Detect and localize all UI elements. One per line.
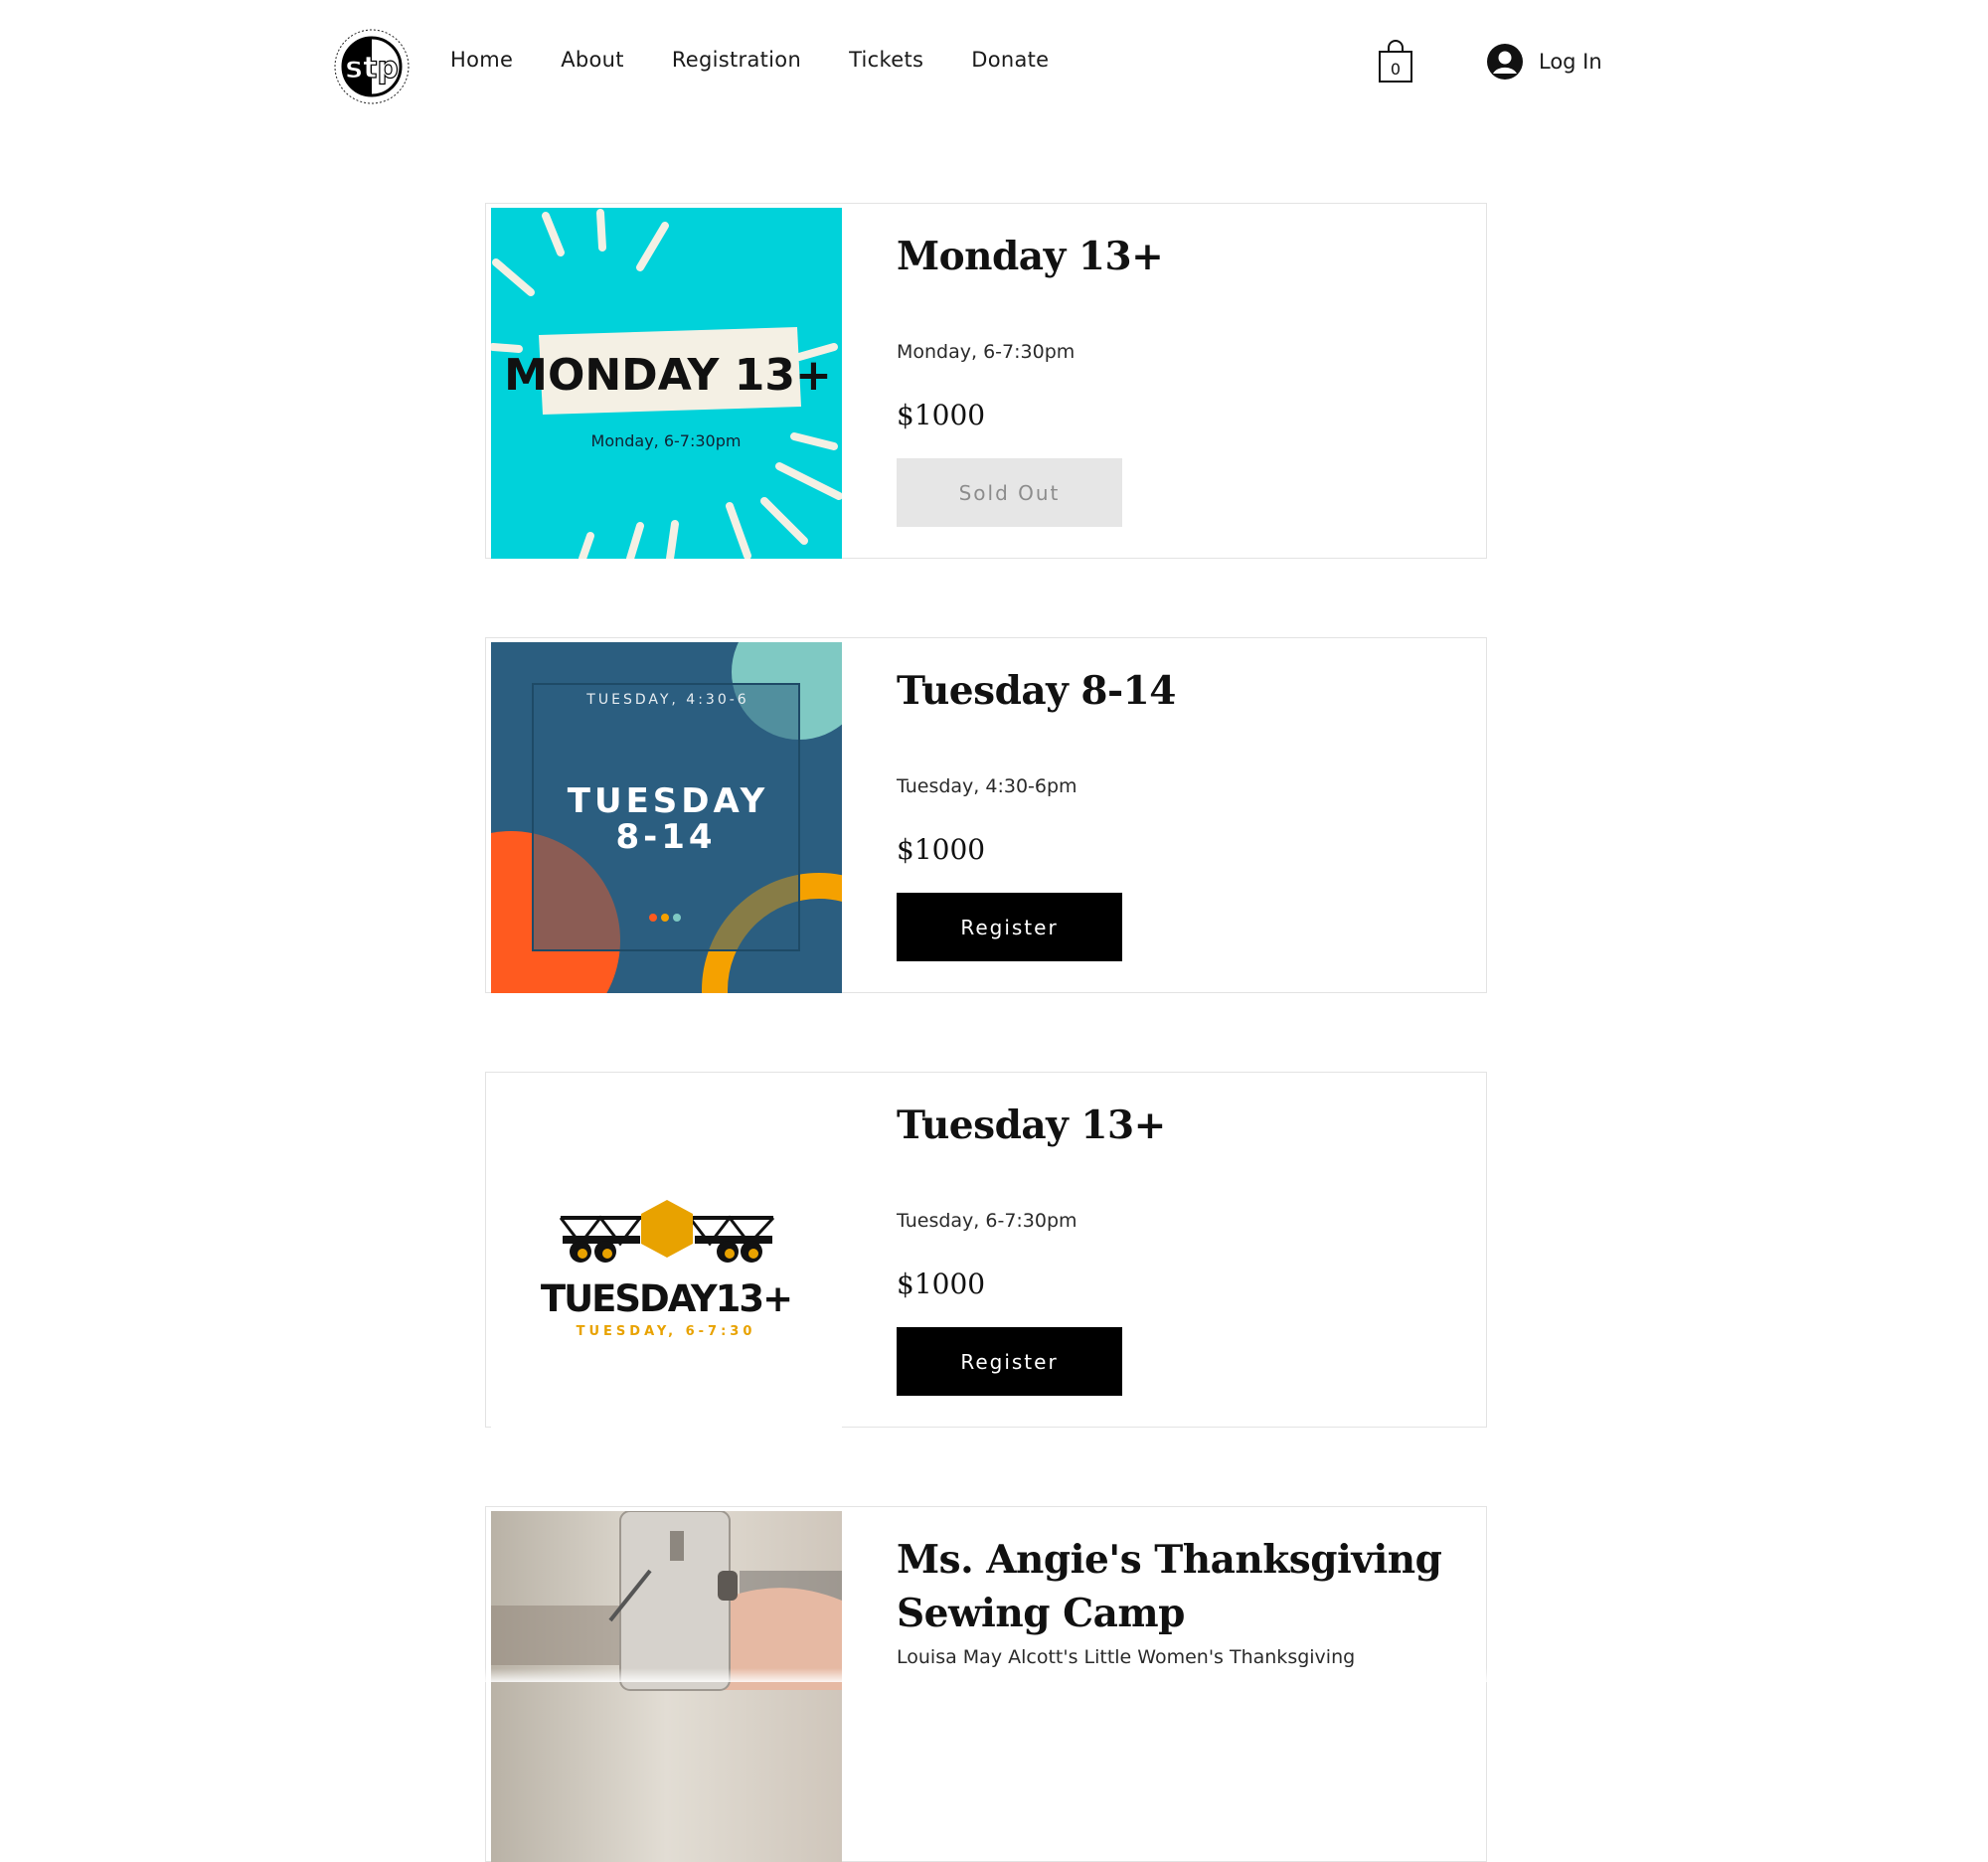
cart-button[interactable]: 0 [1376,40,1415,84]
login-button[interactable]: Log In [1487,44,1602,80]
nav-registration[interactable]: Registration [672,48,801,72]
site-logo[interactable]: stp [333,28,411,105]
class-card-tuesday-8-14: TUESDAY, 4:30-6 TUESDAY 8-14 Tuesday 8-1… [485,637,1487,993]
image-headline: TUESDAY13+ [541,1277,791,1320]
class-image-sewing-camp[interactable] [491,1511,842,1862]
class-price: $1000 [897,399,986,431]
cart-count: 0 [1391,60,1401,79]
logo-emblem: stp [334,29,410,104]
register-button[interactable]: Register [897,1327,1122,1396]
class-image-tuesday-13[interactable]: TUESDAY13+ TUESDAY, 6-7:30 [491,1077,842,1428]
shopping-bag-icon: 0 [1379,40,1412,83]
page-bottom-fade [0,1668,1988,1682]
main-nav: Home About Registration Tickets Donate [450,48,1049,72]
class-time: Tuesday, 6-7:30pm [897,1210,1077,1232]
class-card-tuesday-13: TUESDAY13+ TUESDAY, 6-7:30 Tuesday 13+ T… [485,1072,1487,1428]
class-card-sewing-camp: Ms. Angie's Thanksgiving Sewing Camp Lou… [485,1506,1487,1862]
class-price: $1000 [897,1268,986,1300]
image-topline: TUESDAY, 4:30-6 [585,692,748,708]
class-card-monday-13: MONDAY 13+ Monday, 6-7:30pm Monday 13+ M… [485,203,1487,559]
login-label: Log In [1539,50,1602,74]
class-time: Tuesday, 4:30-6pm [897,775,1077,797]
logo-text: stp [345,51,399,85]
image-headline: MONDAY 13+ [504,350,832,401]
class-image-monday-13[interactable]: MONDAY 13+ Monday, 6-7:30pm [491,208,842,559]
class-title[interactable]: Tuesday 8-14 [897,668,1176,714]
sold-out-button[interactable]: Sold Out [897,458,1122,527]
user-avatar-icon [1487,44,1523,80]
nav-home[interactable]: Home [450,48,513,72]
image-headline-2: 8-14 [615,817,716,857]
nav-donate[interactable]: Donate [971,48,1049,72]
class-title-line-2[interactable]: Sewing Camp [897,1591,1185,1636]
class-title[interactable]: Monday 13+ [897,234,1164,279]
class-price: $1000 [897,833,986,866]
image-headline-1: TUESDAY [568,781,768,821]
nav-tickets[interactable]: Tickets [849,48,923,72]
nav-about[interactable]: About [561,48,624,72]
class-description: Louisa May Alcott's Little Women's Thank… [897,1646,1356,1668]
class-title-line-1[interactable]: Ms. Angie's Thanksgiving [897,1537,1442,1583]
class-image-tuesday-8-14[interactable]: TUESDAY, 4:30-6 TUESDAY 8-14 [491,642,842,993]
class-title[interactable]: Tuesday 13+ [897,1102,1166,1148]
class-time: Monday, 6-7:30pm [897,341,1076,363]
register-button[interactable]: Register [897,893,1122,961]
image-subline: Monday, 6-7:30pm [591,431,742,450]
image-subline: TUESDAY, 6-7:30 [577,1324,756,1339]
